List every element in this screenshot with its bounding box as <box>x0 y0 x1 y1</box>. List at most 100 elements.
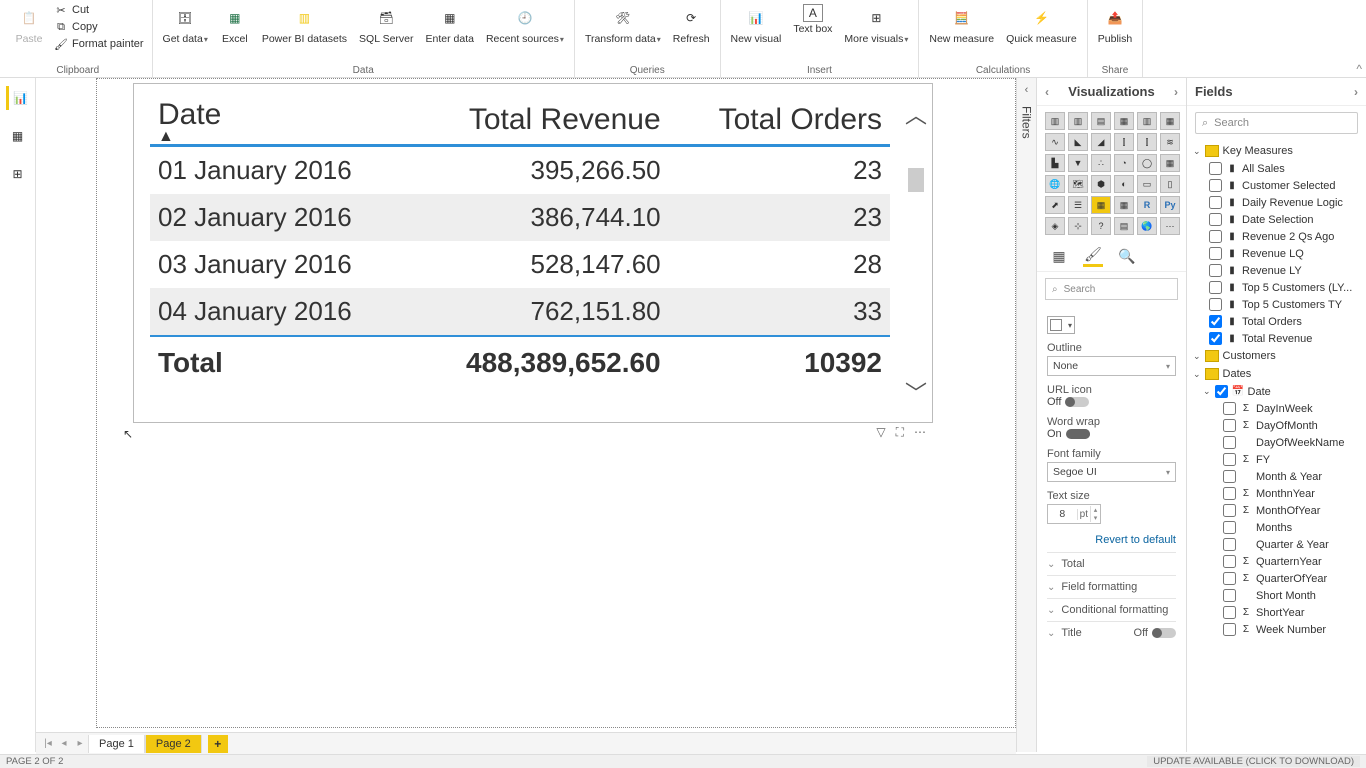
field-checkbox[interactable] <box>1223 521 1236 534</box>
field-checkbox[interactable] <box>1209 264 1222 277</box>
field-checkbox[interactable] <box>1223 402 1236 415</box>
viz-decomposition[interactable]: ⊹ <box>1068 217 1088 235</box>
field-shortyear[interactable]: ΣShortYear <box>1201 604 1366 621</box>
field-week-number[interactable]: ΣWeek Number <box>1201 621 1366 638</box>
section-title[interactable]: ⌄TitleOff <box>1047 621 1176 644</box>
field-quarter-year[interactable]: Quarter & Year <box>1201 536 1366 553</box>
field-checkbox[interactable] <box>1209 315 1222 328</box>
revert-to-default-link[interactable]: Revert to default <box>1047 534 1176 546</box>
viz-ribbon[interactable]: ≋ <box>1160 133 1180 151</box>
viz-100-bar[interactable]: ▥ <box>1137 112 1157 130</box>
viz-treemap[interactable]: ▦ <box>1160 154 1180 172</box>
analytics-tab-icon[interactable]: 🔍 <box>1117 245 1137 267</box>
spinner-icon[interactable]: ▴▾ <box>1090 506 1100 522</box>
tab-nav-first[interactable]: |◂ <box>40 738 56 749</box>
viz-qna[interactable]: ? <box>1091 217 1111 235</box>
viz-area[interactable]: ◣ <box>1068 133 1088 151</box>
recent-sources-button[interactable]: 🕘Recent sources▾ <box>482 2 568 47</box>
get-data-button[interactable]: 🗄Get data▾ <box>159 2 212 47</box>
more-visuals-button[interactable]: ⊞More visuals▾ <box>840 2 912 47</box>
viz-matrix[interactable]: ▦ <box>1114 196 1134 214</box>
collapse-icon[interactable]: ‹ <box>1045 85 1049 99</box>
field-checkbox[interactable] <box>1223 470 1236 483</box>
table-row[interactable]: 03 January 2016528,147.6028 <box>150 241 890 288</box>
field-checkbox[interactable] <box>1215 385 1228 398</box>
expand-icon[interactable]: › <box>1174 85 1178 99</box>
field-checkbox[interactable] <box>1223 555 1236 568</box>
fields-tab-icon[interactable]: ▦ <box>1049 245 1069 267</box>
copy-button[interactable]: ⧉Copy <box>52 19 146 35</box>
more-options-icon[interactable]: ⋯ <box>914 425 926 440</box>
section-field-formatting[interactable]: ⌄Field formatting <box>1047 575 1176 598</box>
table-row[interactable]: 04 January 2016762,151.8033 <box>150 288 890 336</box>
viz-more[interactable]: ⋯ <box>1160 217 1180 235</box>
url-icon-toggle[interactable]: Off <box>1047 396 1176 408</box>
viz-line[interactable]: ∿ <box>1045 133 1065 151</box>
table-row[interactable]: 01 January 2016395,266.5023 <box>150 145 890 194</box>
viz-stacked-column[interactable]: ▥ <box>1068 112 1088 130</box>
model-view-button[interactable]: ⊞ <box>6 162 30 186</box>
field-all-sales[interactable]: ▮All Sales <box>1187 160 1366 177</box>
title-toggle[interactable]: Off <box>1134 627 1176 639</box>
viz-funnel[interactable]: ▼ <box>1068 154 1088 172</box>
tab-nav-next[interactable]: ▸ <box>72 738 88 749</box>
expand-filters-icon[interactable]: ‹ <box>1025 84 1029 96</box>
field-daily-revenue-logic[interactable]: ▮Daily Revenue Logic <box>1187 194 1366 211</box>
viz-map[interactable]: 🌐 <box>1045 175 1065 193</box>
table-customers[interactable]: ⌄Customers <box>1187 347 1366 365</box>
field-fy[interactable]: ΣFY <box>1201 451 1366 468</box>
viz-paginated[interactable]: ▤ <box>1114 217 1134 235</box>
field-checkbox[interactable] <box>1223 419 1236 432</box>
viz-multi-card[interactable]: ▯ <box>1160 175 1180 193</box>
field-checkbox[interactable] <box>1209 332 1222 345</box>
viz-scatter[interactable]: ∴ <box>1091 154 1111 172</box>
viz-arcgis[interactable]: 🌎 <box>1137 217 1157 235</box>
field-quarterofyear[interactable]: ΣQuarterOfYear <box>1201 570 1366 587</box>
fields-search[interactable]: ⌕ Search <box>1195 112 1358 134</box>
field-dayofmonth[interactable]: ΣDayOfMonth <box>1201 417 1366 434</box>
sql-server-button[interactable]: 🗃SQL Server <box>355 2 417 47</box>
table-key-measures[interactable]: ⌄Key Measures <box>1187 142 1366 160</box>
cut-button[interactable]: ✂Cut <box>52 2 146 18</box>
field-total-revenue[interactable]: ▮Total Revenue <box>1187 330 1366 347</box>
field-checkbox[interactable] <box>1209 179 1222 192</box>
visual-scrollbar[interactable]: ︿ ﹀ <box>904 98 928 408</box>
new-visual-button[interactable]: 📊New visual <box>727 2 786 47</box>
new-measure-button[interactable]: 🧮New measure <box>925 2 998 47</box>
viz-waterfall[interactable]: ▙ <box>1045 154 1065 172</box>
scroll-down-icon[interactable]: ﹀ <box>905 376 927 408</box>
section-total[interactable]: ⌄Total <box>1047 552 1176 575</box>
field-checkbox[interactable] <box>1209 247 1222 260</box>
field-date-hierarchy[interactable]: ⌄📅Date <box>1187 383 1366 400</box>
table-dates[interactable]: ⌄Dates <box>1187 365 1366 383</box>
field-checkbox[interactable] <box>1223 487 1236 500</box>
field-checkbox[interactable] <box>1223 538 1236 551</box>
field-checkbox[interactable] <box>1209 298 1222 311</box>
viz-filled-map[interactable]: 🗺 <box>1068 175 1088 193</box>
scroll-thumb[interactable] <box>908 168 924 192</box>
word-wrap-toggle[interactable]: On <box>1047 428 1176 440</box>
viz-pie[interactable]: ◔ <box>1114 154 1134 172</box>
text-box-button[interactable]: AText box <box>789 2 836 37</box>
field-checkbox[interactable] <box>1223 606 1236 619</box>
font-family-dropdown[interactable]: Segoe UI▾ <box>1047 462 1176 482</box>
viz-gauge[interactable]: ◐ <box>1114 175 1134 193</box>
viz-table[interactable]: ▦ <box>1091 196 1111 214</box>
color-dropdown[interactable]: ▾ <box>1047 316 1075 334</box>
filters-pane-collapsed[interactable]: ‹ Filters <box>1016 78 1036 752</box>
table-row[interactable]: 02 January 2016386,744.1023 <box>150 194 890 241</box>
field-checkbox[interactable] <box>1223 504 1236 517</box>
field-customer-selected[interactable]: ▮Customer Selected <box>1187 177 1366 194</box>
publish-button[interactable]: 📤Publish <box>1094 2 1136 47</box>
table-visual[interactable]: Date▲ Total Revenue Total Orders 01 Janu… <box>133 83 933 423</box>
viz-r[interactable]: R <box>1137 196 1157 214</box>
field-checkbox[interactable] <box>1223 572 1236 585</box>
field-checkbox[interactable] <box>1223 589 1236 602</box>
viz-kpi[interactable]: ⬈ <box>1045 196 1065 214</box>
refresh-button[interactable]: ⟳Refresh <box>669 2 714 47</box>
tab-nav-prev[interactable]: ◂ <box>56 738 72 749</box>
page-sheet[interactable]: Date▲ Total Revenue Total Orders 01 Janu… <box>96 78 1016 728</box>
viz-stacked-bar[interactable]: ▥ <box>1045 112 1065 130</box>
col-revenue[interactable]: Total Revenue <box>409 94 669 145</box>
field-dayofweekname[interactable]: DayOfWeekName <box>1201 434 1366 451</box>
